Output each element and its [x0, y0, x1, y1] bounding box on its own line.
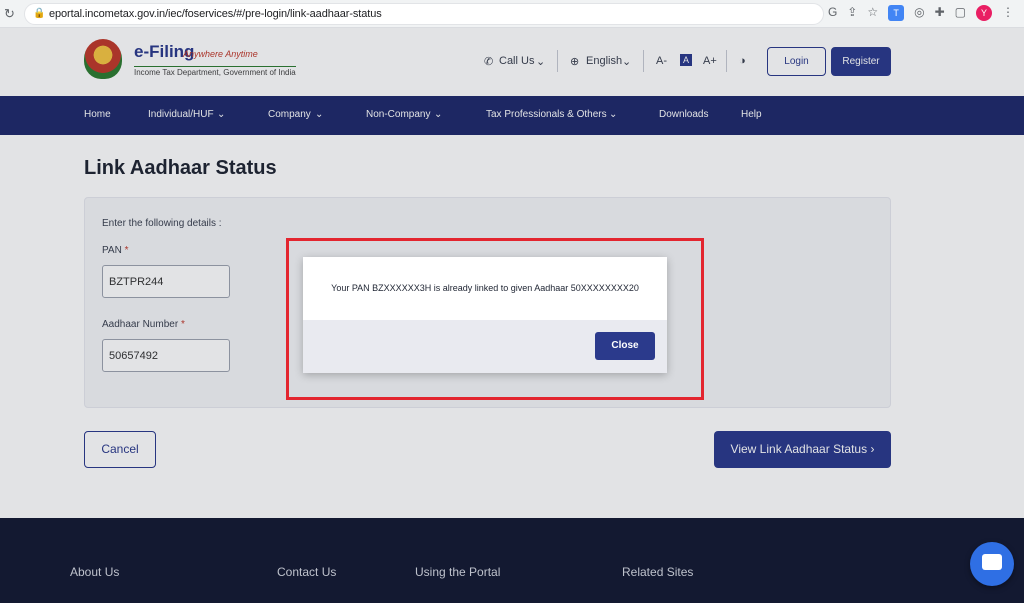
chat-icon[interactable] — [970, 542, 1014, 586]
status-dialog: Your PAN BZXXXXXX3H is already linked to… — [303, 257, 667, 373]
browser-toolbar: ↻ 🔒 eportal.incometax.gov.in/iec/foservi… — [0, 0, 1024, 28]
extension-icon[interactable]: ◎ — [914, 5, 924, 21]
dialog-message: Your PAN BZXXXXXX3H is already linked to… — [331, 283, 639, 293]
close-button[interactable]: Close — [595, 332, 655, 360]
dialog-footer: Close — [303, 320, 667, 373]
lock-icon[interactable]: 🔒 — [33, 8, 45, 19]
star-icon[interactable]: ☆ — [867, 5, 878, 21]
sidepanel-icon[interactable]: ▢ — [955, 5, 966, 21]
address-bar[interactable]: 🔒 eportal.incometax.gov.in/iec/foservice… — [24, 3, 824, 25]
puzzle-icon[interactable]: ✚ — [935, 5, 945, 21]
browser-actions: G ⇪ ☆ T ◎ ✚ ▢ Y ⋮ — [828, 5, 1014, 21]
chat-bubble-icon — [982, 554, 1002, 570]
translate-icon[interactable]: T — [888, 5, 905, 21]
kebab-menu-icon[interactable]: ⋮ — [1002, 5, 1014, 21]
url-text[interactable]: eportal.incometax.gov.in/iec/foservices/… — [49, 8, 382, 20]
reload-icon[interactable]: ↻ — [4, 6, 15, 22]
share-icon[interactable]: ⇪ — [847, 5, 857, 21]
profile-avatar[interactable]: Y — [976, 5, 992, 21]
google-icon[interactable]: G — [828, 5, 837, 21]
